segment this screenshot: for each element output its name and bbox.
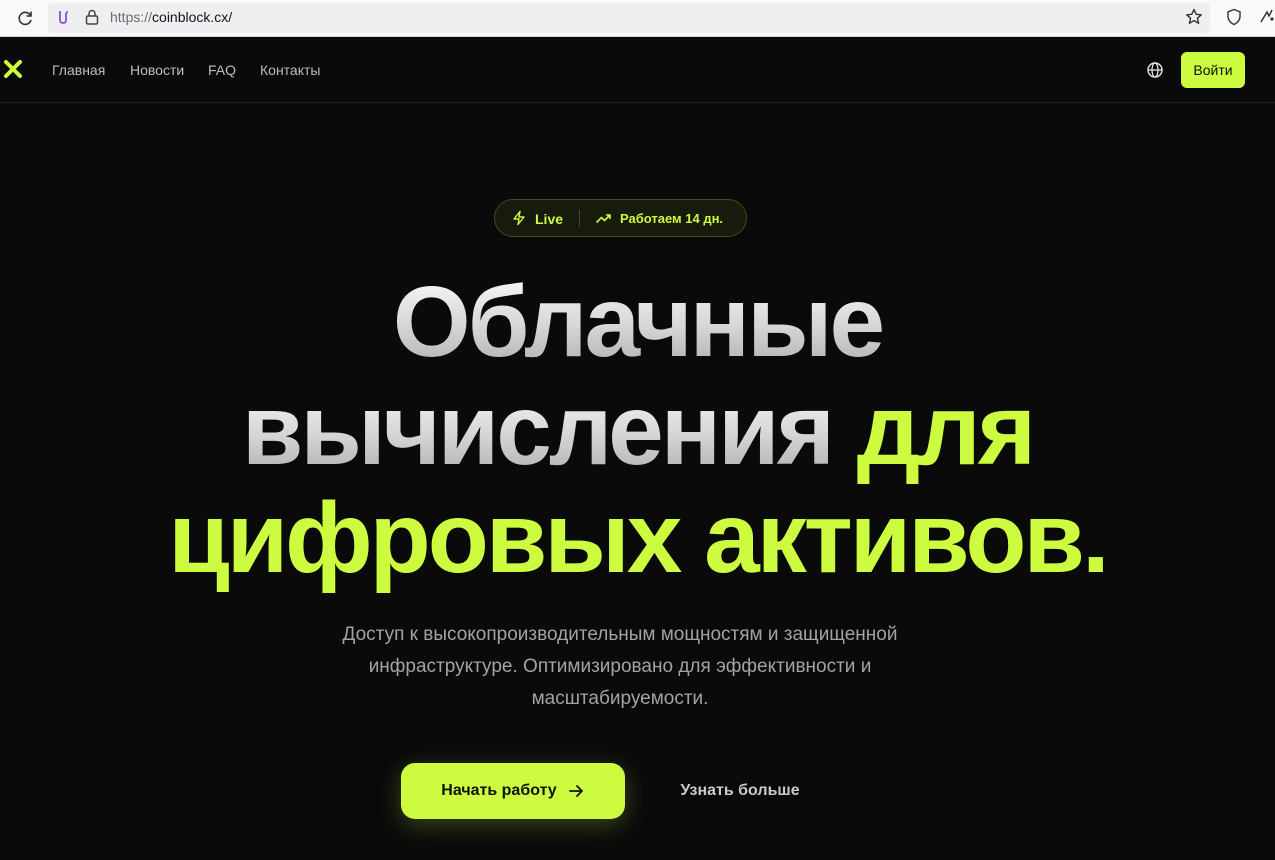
start-button[interactable]: Начать работу: [401, 763, 625, 819]
url-protocol: https://: [110, 9, 153, 25]
hero-title-accent-1: для: [856, 374, 1036, 486]
lock-icon[interactable]: [84, 8, 100, 26]
globe-icon[interactable]: [1146, 61, 1164, 79]
site-identity-icon[interactable]: [56, 8, 72, 26]
uptime-label: Работаем 14 дн.: [620, 211, 724, 226]
hero-title-line-2: вычисления: [241, 374, 835, 486]
status-badge: Live Работаем 14 дн.: [494, 199, 747, 237]
start-button-label: Начать работу: [441, 782, 557, 799]
hero-title-line-3: цифровых активов.: [168, 482, 1110, 594]
logo-x-icon[interactable]: [3, 59, 23, 79]
lightning-bolt-icon: [513, 210, 525, 226]
nav-link-faq[interactable]: FAQ: [208, 62, 236, 78]
nav-link-home[interactable]: Главная: [52, 62, 105, 78]
url-host: coinblock.cx/: [152, 9, 233, 25]
hero-subtitle: Доступ к высокопроизводительным мощностя…: [342, 624, 898, 709]
live-label: Live: [535, 211, 564, 227]
nav-link-contacts[interactable]: Контакты: [260, 62, 320, 78]
learn-more-button[interactable]: Узнать больше: [660, 763, 820, 819]
arrow-right-icon: [568, 785, 583, 797]
trending-up-icon: [595, 214, 611, 224]
hero-title: Облачные вычисления для цифровых активов…: [0, 268, 1275, 592]
bookmark-star-icon[interactable]: [1184, 7, 1204, 27]
extensions-icon[interactable]: [1258, 7, 1275, 27]
badge-divider: [579, 210, 580, 227]
login-button[interactable]: Войти: [1181, 52, 1245, 88]
site-header: Главная Новости FAQ Контакты Войти: [0, 38, 1275, 103]
hero-title-line-1: Облачные: [392, 266, 885, 378]
reload-icon[interactable]: [14, 7, 36, 29]
url-text[interactable]: https://coinblock.cx/: [110, 9, 232, 25]
nav-link-news[interactable]: Новости: [130, 62, 184, 78]
browser-toolbar: https://coinblock.cx/: [0, 0, 1275, 37]
tracking-shield-icon[interactable]: [1224, 7, 1244, 27]
